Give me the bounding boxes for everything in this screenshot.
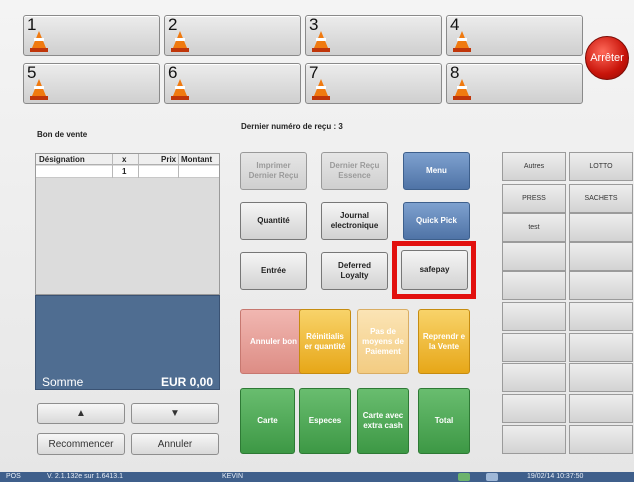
category-empty[interactable] — [502, 363, 566, 392]
quick-pick-button[interactable]: Quick Pick — [403, 202, 470, 240]
category-empty[interactable] — [502, 333, 566, 362]
table-row[interactable]: 1 — [36, 166, 219, 178]
row-qty: 1 — [122, 167, 127, 176]
card-extra-cash-button[interactable]: Carte avec extra cash — [357, 388, 409, 454]
category-empty[interactable] — [569, 394, 633, 423]
traffic-cone-icon — [312, 31, 330, 52]
status-datetime: 19/02/14 10:37:50 — [527, 473, 584, 480]
category-test[interactable]: test — [502, 213, 566, 242]
traffic-cone-icon — [453, 31, 471, 52]
pump-2-button[interactable]: 2 — [164, 15, 301, 56]
traffic-cone-icon — [30, 79, 48, 100]
traffic-cone-icon — [171, 79, 189, 100]
status-version: V. 2.1.132e sur 1.6413.1 — [47, 473, 124, 480]
sale-title: Bon de vente — [37, 130, 88, 139]
last-receipt-number: Dernier numéro de reçu : 3 — [241, 122, 343, 131]
total-value: EUR 0,00 — [160, 375, 213, 389]
receipt-header: Désignation x Prix Montant — [36, 154, 219, 165]
stop-button[interactable]: Arrêter — [585, 36, 629, 80]
pump-1-button[interactable]: 1 — [23, 15, 160, 56]
traffic-cone-icon — [453, 79, 471, 100]
category-empty[interactable] — [569, 425, 633, 454]
total-label: Somme — [42, 375, 84, 389]
category-empty[interactable] — [569, 302, 633, 331]
category-empty[interactable] — [502, 425, 566, 454]
electronic-journal-button[interactable]: Journal electronique — [321, 202, 388, 240]
scroll-up-button[interactable]: ▲ — [37, 403, 125, 424]
status-user: KEVIN — [222, 473, 244, 480]
last-fuel-receipt-button[interactable]: Dernier Reçu Essence — [321, 152, 388, 190]
category-empty[interactable] — [569, 363, 633, 392]
pump-6-button[interactable]: 6 — [164, 63, 301, 104]
restart-button[interactable]: Recommencer — [37, 433, 125, 455]
col-qty: x — [122, 155, 127, 164]
category-empty[interactable] — [569, 242, 633, 271]
deferred-loyalty-button[interactable]: Deferred Loyalty — [321, 252, 388, 290]
category-press[interactable]: PRESS — [502, 184, 566, 213]
no-payment-means-button[interactable]: Pas de moyens de Paiement — [357, 309, 409, 374]
cancel-button[interactable]: Annuler — [131, 433, 219, 455]
menu-button[interactable]: Menu — [403, 152, 470, 190]
category-empty[interactable] — [502, 242, 566, 271]
status-pos: POS — [6, 473, 21, 480]
category-empty[interactable] — [569, 333, 633, 362]
category-empty[interactable] — [569, 213, 633, 242]
safepay-highlight — [392, 241, 476, 299]
col-amount: Montant — [181, 155, 213, 164]
pump-5-button[interactable]: 5 — [23, 63, 160, 104]
scroll-down-button[interactable]: ▼ — [131, 403, 219, 424]
pump-8-button[interactable]: 8 — [446, 63, 583, 104]
pump-3-button[interactable]: 3 — [305, 15, 442, 56]
total-button[interactable]: Total — [418, 388, 470, 454]
down-arrow-icon: ▼ — [170, 408, 180, 419]
col-price: Prix — [161, 155, 177, 164]
pump-7-button[interactable]: 7 — [305, 63, 442, 104]
category-sachets[interactable]: SACHETS — [569, 184, 633, 213]
monitor-icon — [486, 473, 498, 481]
traffic-cone-icon — [30, 31, 48, 52]
network-icon — [458, 473, 470, 481]
traffic-cone-icon — [312, 79, 330, 100]
resume-sale-button[interactable]: Reprendr e la Vente — [418, 309, 470, 374]
category-empty[interactable] — [502, 394, 566, 423]
category-empty[interactable] — [569, 271, 633, 300]
reset-quantity-button[interactable]: Réinitialis er quantité — [299, 309, 351, 374]
up-arrow-icon: ▲ — [76, 408, 86, 419]
cash-payment-button[interactable]: Especes — [299, 388, 351, 454]
total-panel: Somme EUR 0,00 — [35, 295, 220, 390]
card-payment-button[interactable]: Carte — [240, 388, 295, 454]
col-designation: Désignation — [39, 155, 85, 164]
pump-4-button[interactable]: 4 — [446, 15, 583, 56]
status-bar: POS V. 2.1.132e sur 1.6413.1 KEVIN 19/02… — [0, 472, 634, 482]
category-empty[interactable] — [502, 271, 566, 300]
entry-button[interactable]: Entrée — [240, 252, 307, 290]
print-last-receipt-button[interactable]: Imprimer Dernier Reçu — [240, 152, 307, 190]
quantity-button[interactable]: Quantité — [240, 202, 307, 240]
category-lotto[interactable]: LOTTO — [569, 152, 633, 181]
cancel-voucher-button[interactable]: Annuler bon — [240, 309, 307, 374]
category-autres[interactable]: Autres — [502, 152, 566, 181]
receipt-table: Désignation x Prix Montant 1 — [35, 153, 220, 295]
traffic-cone-icon — [171, 31, 189, 52]
category-empty[interactable] — [502, 302, 566, 331]
